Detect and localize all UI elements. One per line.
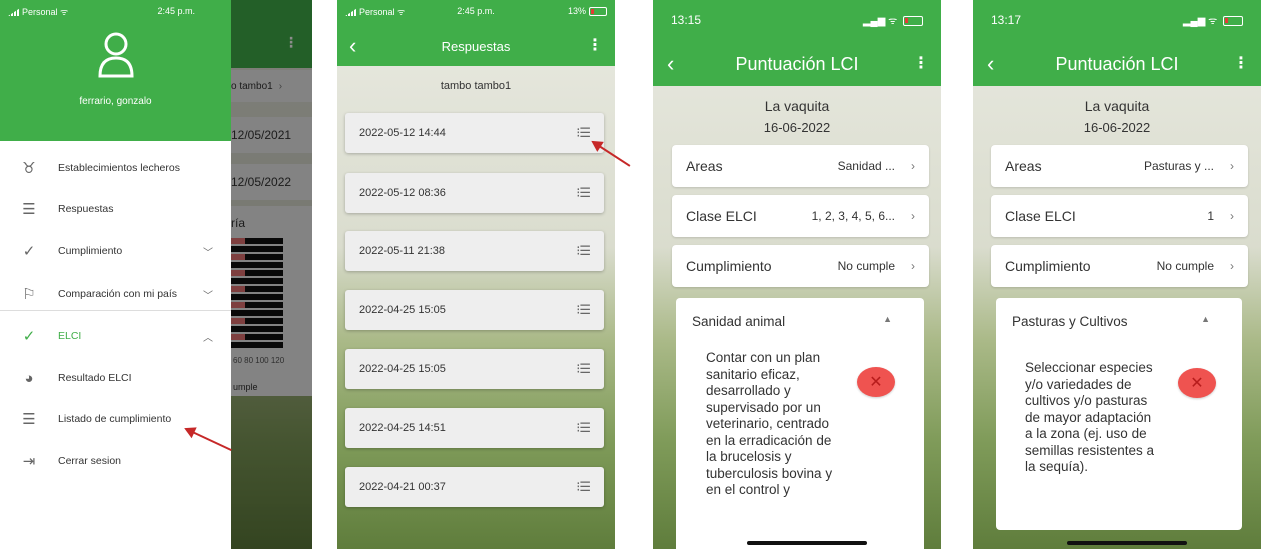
checklist-icon: ⁝☰ [576,243,591,258]
status-time: 13:17 [991,13,1022,27]
chevron-right-icon: › [1230,209,1234,223]
status-time: 13:15 [671,13,702,27]
areas-selector[interactable]: Areas Sanidad ... › [672,145,929,187]
home-indicator [747,541,867,545]
user-name: ferrario, gonzalo [79,96,152,107]
chevron-right-icon: › [911,159,915,173]
signal-icon: ▂▄▆ [1182,16,1206,27]
nav-drawer: Personal ᯤ 2:45 p.m. ferrario, gonzalo ♉… [0,0,231,549]
section-header[interactable]: Pasturas y Cultivos [1012,314,1128,329]
section-panel: Pasturas y Cultivos ▲ Seleccionar especi… [996,298,1242,530]
not-compliant-icon: ✕ [857,367,895,397]
farm-name: La vaquita [764,98,830,114]
kebab-menu-button[interactable]: ⋮ [913,56,929,72]
flag-icon: ⚐ [22,286,36,303]
wifi-icon: ᯤ [888,16,898,27]
response-item[interactable]: 2022-05-11 21:38 ⁝☰ [345,231,604,271]
battery-icon [903,16,923,27]
checklist-icon: ⁝☰ [576,420,591,435]
response-item[interactable]: 2022-04-21 00:37 ⁝☰ [345,467,604,507]
checklist-icon: ⁝☰ [576,479,591,494]
requirement-text: Contar con un plan sanitario eficaz, des… [706,350,833,497]
list-icon: ☰ [22,411,36,428]
section-header[interactable]: Sanidad animal [692,314,785,329]
cow-icon: ♉ [22,160,36,177]
cumplimiento-selector[interactable]: Cumplimiento No cumple › [991,245,1248,287]
checklist-icon: ⁝☰ [576,361,591,376]
chevron-down-icon: ﹀ [203,247,213,259]
menu-elci[interactable]: ✓ ELCI ︿ [0,317,231,355]
not-compliant-icon: ✕ [1178,368,1216,398]
back-button[interactable]: ‹ [667,53,674,75]
kebab-menu-button[interactable]: ⋮ [587,38,603,54]
page-title: Puntuación LCI [735,53,859,74]
home-indicator [1067,541,1187,545]
chevron-right-icon: › [911,209,915,223]
cumplimiento-selector[interactable]: Cumplimiento No cumple › [672,245,929,287]
menu-respuestas[interactable]: ☰ Respuestas [0,190,231,228]
wifi-icon: ᯤ [60,6,69,17]
checklist-icon: ⁝☰ [576,185,591,200]
chevron-up-icon: ︿ [203,332,213,344]
checklist-icon: ⁝☰ [576,302,591,317]
response-item[interactable]: 2022-04-25 15:05 ⁝☰ [345,349,604,389]
response-item[interactable]: 2022-04-25 15:05 ⁝☰ [345,290,604,330]
pie-chart-icon: ◕ [24,369,34,387]
screen-puntuacion-sanidad: 13:15 ▂▄▆ ᯤ ‹ Puntuación LCI ⋮ La vaquit… [653,0,941,549]
menu-comparacion[interactable]: ⚐ Comparación con mi país ﹀ [0,275,231,313]
areas-selector[interactable]: Areas Pasturas y ... › [991,145,1248,187]
logout-icon: ⇥ [22,453,36,470]
farm-name: La vaquita [1084,98,1150,114]
chevron-down-icon: ﹀ [203,290,213,302]
drawer-header: Personal ᯤ 2:45 p.m. ferrario, gonzalo [0,0,231,141]
background-app: ⋮ o tambo1 › 12/05/2021 12/05/2022 ría 60… [231,0,312,549]
checklist-icon: ⁝☰ [576,125,591,140]
back-button[interactable]: ‹ [349,35,356,57]
caret-up-icon[interactable]: ▲ [883,314,892,324]
battery-icon [1223,16,1243,27]
page-title: Puntuación LCI [1055,53,1179,74]
screen-puntuacion-pasturas: 13:17 ▂▄▆ ᯤ ‹ Puntuación LCI ⋮ La vaquit… [973,0,1261,549]
battery-icon [589,7,607,17]
page-title: Respuestas [441,38,511,54]
response-item[interactable]: 2022-04-25 14:51 ⁝☰ [345,408,604,448]
score-date: 16-06-2022 [763,120,831,135]
screen-drawer: ⋮ o tambo1 › 12/05/2021 12/05/2022 ría 60… [0,0,312,549]
tambo-subtitle: tambo tambo1 [440,80,512,92]
back-button[interactable]: ‹ [987,53,994,75]
status-time: 2:45 p.m. [157,6,195,16]
response-item[interactable]: 2022-05-12 08:36 ⁝☰ [345,173,604,213]
chevron-right-icon: › [1230,159,1234,173]
menu-establecimientos[interactable]: ♉ Establecimientos lecheros [0,149,231,187]
status-time: 2:45 p.m. [457,6,495,16]
clase-elci-selector[interactable]: Clase ELCI 1 › [991,195,1248,237]
signal-icon: ▂▄▆ [862,16,886,27]
checklist-icon: ☰ [22,201,36,218]
menu-cumplimiento[interactable]: ✓ Cumplimiento ﹀ [0,232,231,270]
menu-cerrar-sesion[interactable]: ⇥ Cerrar sesion [0,442,231,480]
kebab-menu-button[interactable]: ⋮ [1233,56,1249,72]
section-panel: Sanidad animal ▲ Contar con un plan sani… [676,298,924,549]
signal-icon [8,8,20,17]
caret-up-icon[interactable]: ▲ [1201,314,1210,324]
wifi-icon: ᯤ [1208,16,1218,27]
menu-resultado-elci[interactable]: ◕ Resultado ELCI [0,359,231,397]
check-icon: ✓ [22,328,36,345]
user-avatar-icon [98,32,134,78]
screen-respuestas: Personal ᯤ 2:45 p.m. 13% ‹ Respuestas ⋮ … [337,0,615,549]
response-item[interactable]: 2022-05-12 14:44 ⁝☰ [345,113,604,153]
chevron-right-icon: › [911,259,915,273]
clase-elci-selector[interactable]: Clase ELCI 1, 2, 3, 4, 5, 6... › [672,195,929,237]
score-date: 16-06-2022 [1083,120,1151,135]
requirement-text: Seleccionar especies y/o variedades de c… [1025,360,1155,474]
chevron-right-icon: › [1230,259,1234,273]
double-check-icon: ✓ [22,243,36,260]
